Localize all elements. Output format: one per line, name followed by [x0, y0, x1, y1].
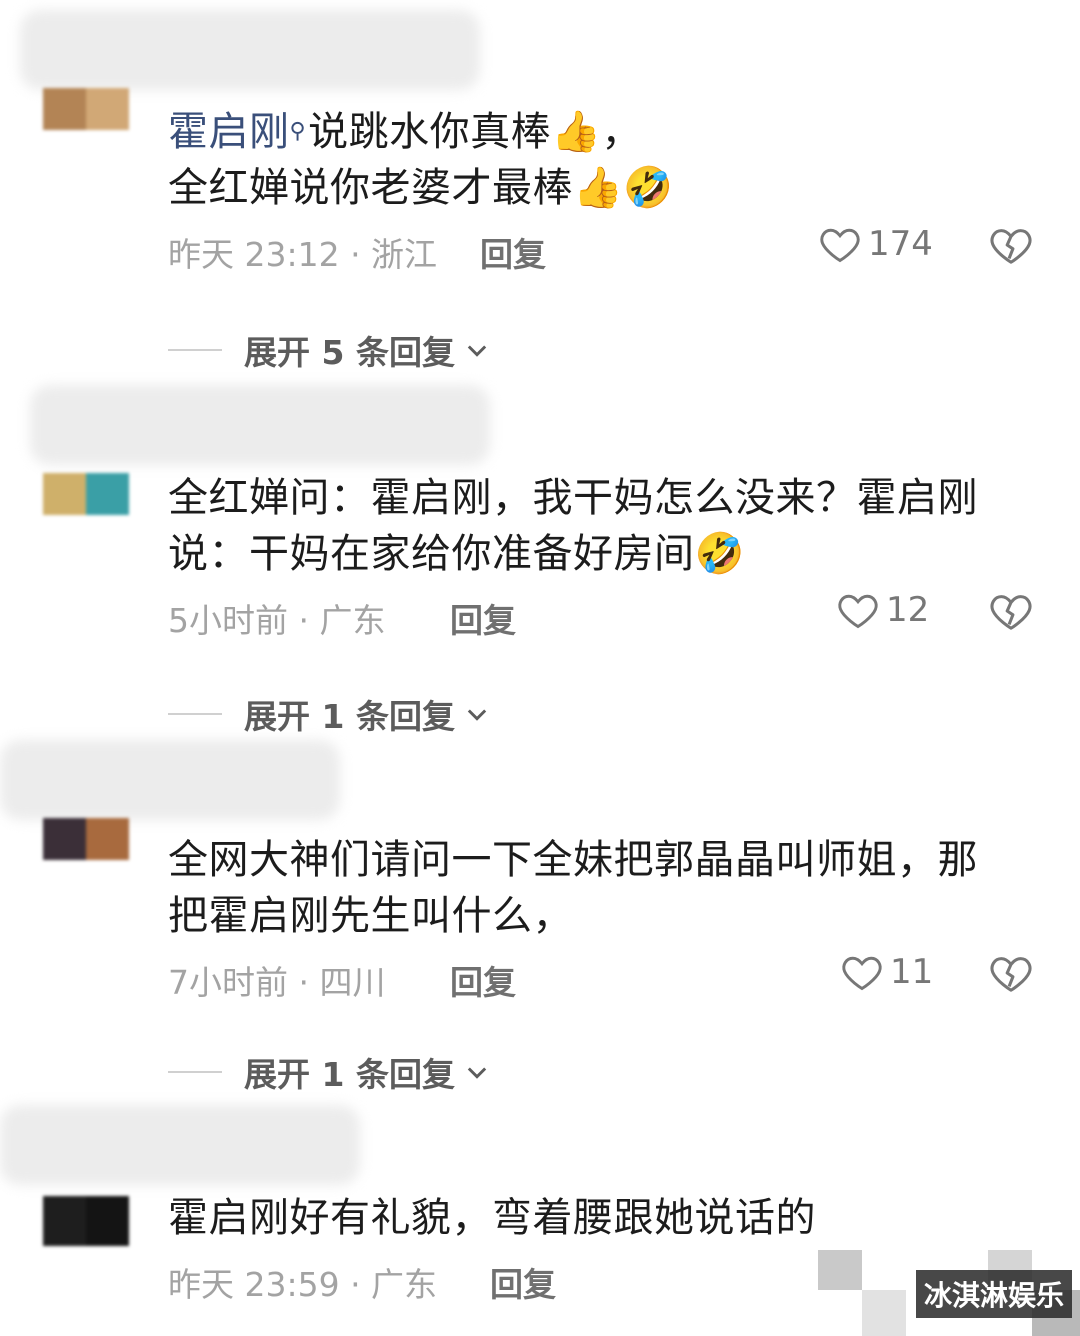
- comment-item: 全红婵问：霍启刚，我干妈怎么没来？霍启刚 说：干妈在家给你准备好房间🤣 5小时前…: [168, 470, 1048, 640]
- reply-button[interactable]: 回复: [480, 228, 546, 276]
- broken-heart-icon[interactable]: [988, 950, 1034, 996]
- search-icon[interactable]: ⚲: [290, 104, 307, 160]
- blurred-username: [30, 385, 490, 465]
- divider-line: [168, 713, 222, 715]
- comment-meta: 7小时前 · 四川 回复 11: [168, 950, 1048, 1002]
- comment-meta: 昨天 23:12 · 浙江 回复 174: [168, 222, 1048, 274]
- timestamp-location: 昨天 23:12 · 浙江: [168, 235, 438, 274]
- comment-text-line: 全网大神们请问一下全妹把郭晶晶叫师姐，那: [168, 837, 978, 883]
- heart-outline-icon: [842, 956, 882, 991]
- comment-text-line: 全红婵问：霍启刚，我干妈怎么没来？霍启刚: [168, 475, 978, 521]
- blurred-username: [0, 740, 340, 820]
- comment-meta: 5小时前 · 广东 回复 12: [168, 588, 1048, 640]
- like-button[interactable]: 174: [818, 222, 933, 266]
- avatar[interactable]: [43, 1196, 129, 1246]
- reply-button[interactable]: 回复: [450, 594, 516, 642]
- chevron-down-icon: [467, 345, 487, 357]
- expand-replies-button[interactable]: 展开 5 条回复: [168, 326, 491, 374]
- broken-heart-icon[interactable]: [988, 222, 1034, 268]
- divider-line: [168, 349, 222, 351]
- broken-heart-icon[interactable]: [988, 588, 1034, 634]
- comment-text-line: 把霍启刚先生叫什么，: [168, 893, 573, 939]
- comment-text-line: 霍启刚好有礼貌，弯着腰跟她说话的: [168, 1195, 816, 1241]
- avatar[interactable]: [43, 88, 129, 130]
- chevron-down-icon: [467, 709, 487, 721]
- heart-outline-icon: [820, 228, 860, 263]
- mention-link[interactable]: 霍启刚: [168, 109, 290, 155]
- expand-replies-label: 展开 1 条回复: [244, 697, 455, 736]
- like-button[interactable]: 12: [836, 588, 929, 632]
- comment-text-line: 说跳水你真棒👍，: [308, 109, 642, 155]
- reply-button[interactable]: 回复: [490, 1258, 556, 1306]
- expand-replies-label: 展开 1 条回复: [244, 1055, 455, 1094]
- watermark: 冰淇淋娱乐: [915, 1270, 1072, 1318]
- avatar[interactable]: [43, 818, 129, 860]
- timestamp-location: 昨天 23:59 · 广东: [168, 1265, 438, 1304]
- timestamp-location: 7小时前 · 四川: [168, 963, 386, 1002]
- comment-text-line: 说：干妈在家给你准备好房间🤣: [168, 531, 745, 577]
- blurred-username: [20, 10, 480, 90]
- like-count: 11: [890, 952, 934, 992]
- avatar[interactable]: [43, 473, 129, 515]
- expand-replies-label: 展开 5 条回复: [244, 333, 455, 372]
- like-count: 174: [868, 224, 933, 264]
- like-button[interactable]: 11: [840, 950, 933, 994]
- chevron-down-icon: [467, 1067, 487, 1079]
- comment-text-line: 全红婵说你老婆才最棒👍🤣: [168, 165, 674, 211]
- divider-line: [168, 1071, 222, 1073]
- comment-text: 霍启刚⚲说跳水你真棒👍，: [168, 104, 1048, 160]
- reply-button[interactable]: 回复: [450, 956, 516, 1004]
- comment-item: 霍启刚⚲说跳水你真棒👍， 全红婵说你老婆才最棒👍🤣 昨天 23:12 · 浙江 …: [168, 104, 1048, 274]
- blurred-username: [0, 1105, 360, 1185]
- expand-replies-button[interactable]: 展开 1 条回复: [168, 690, 491, 738]
- expand-replies-button[interactable]: 展开 1 条回复: [168, 1048, 491, 1096]
- heart-outline-icon: [838, 594, 878, 629]
- timestamp-location: 5小时前 · 广东: [168, 601, 386, 640]
- like-count: 12: [886, 590, 930, 630]
- comment-item: 全网大神们请问一下全妹把郭晶晶叫师姐，那 把霍启刚先生叫什么， 7小时前 · 四…: [168, 832, 1048, 1002]
